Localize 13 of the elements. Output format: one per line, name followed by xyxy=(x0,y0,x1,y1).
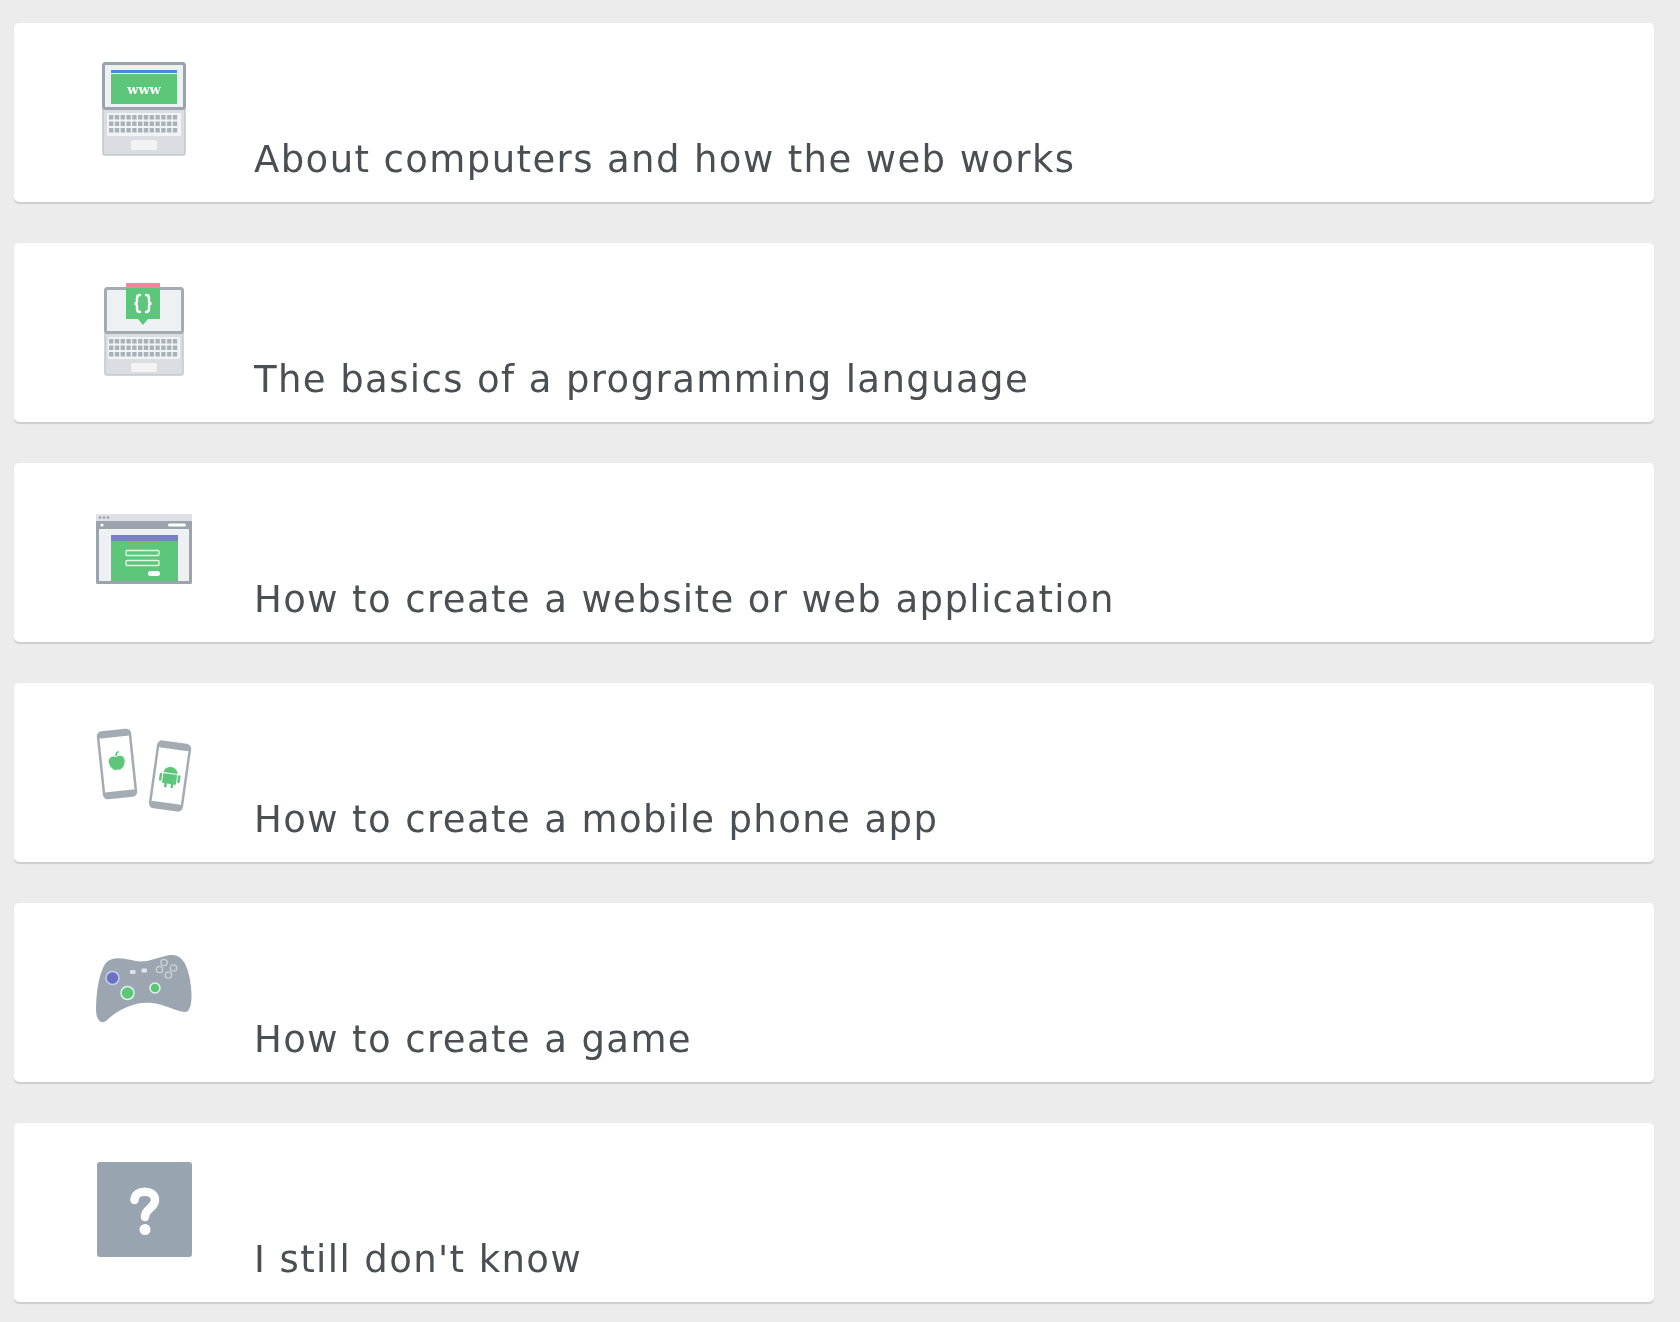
option-card[interactable]: How to create a website or web application xyxy=(14,463,1654,642)
laptop-icon xyxy=(102,62,186,156)
phone-icon xyxy=(96,728,138,800)
option-card[interactable]: How to create a mobile phone app xyxy=(14,683,1654,862)
option-card[interactable]: I still don't know xyxy=(14,1123,1654,1302)
option-card[interactable]: www About computers and how the web works xyxy=(14,23,1654,202)
laptop-braces-icon xyxy=(104,282,184,376)
option-card[interactable]: The basics of a programming language xyxy=(14,243,1654,422)
browser-window-icon xyxy=(96,514,192,584)
option-card[interactable]: How to create a game xyxy=(14,903,1654,1082)
question-icon xyxy=(96,1161,192,1257)
screen-label: www xyxy=(127,82,161,97)
gamepad-icon xyxy=(96,953,192,1025)
